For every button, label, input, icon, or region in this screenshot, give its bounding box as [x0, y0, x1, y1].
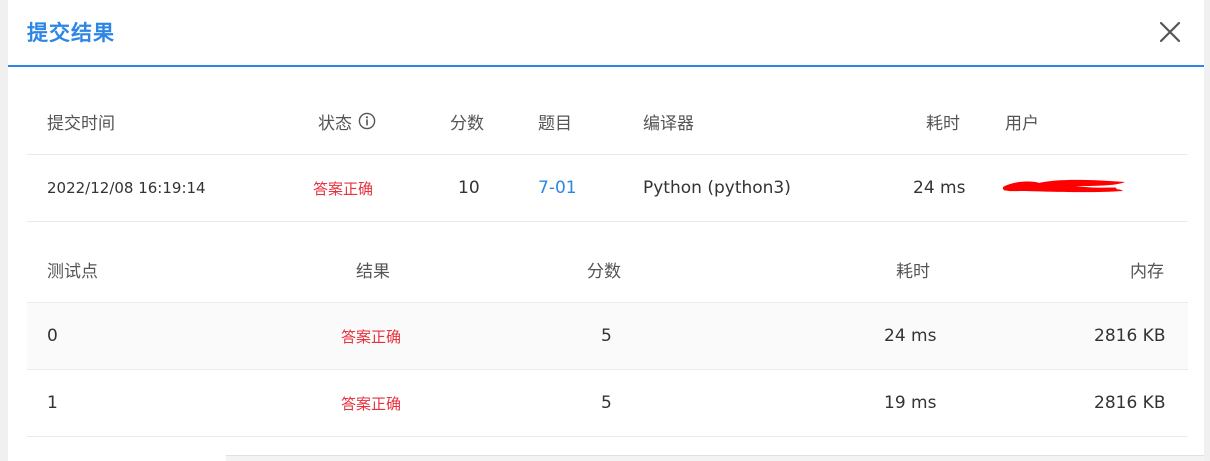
- testcase-score: 5: [601, 326, 612, 346]
- column-header-score: 分数: [587, 262, 621, 282]
- table-row: 1 答案正确 5 19 ms 2816 KB: [27, 370, 1188, 437]
- table-row: 0 答案正确 5 24 ms 2816 KB: [27, 303, 1188, 370]
- submission-score: 10: [458, 178, 480, 198]
- status-badge: 答案正确: [313, 179, 374, 198]
- testcase-result: 答案正确: [341, 327, 402, 346]
- testcase-elapsed: 24 ms: [884, 326, 937, 346]
- column-header-user: 用户: [1005, 113, 1039, 134]
- table-header: 提交时间 状态 分数 题目 编译器 耗时 用户: [27, 88, 1188, 155]
- column-header-score: 分数: [450, 113, 484, 134]
- redaction-scribble: [1003, 179, 1125, 193]
- table-header: 测试点 结果 分数 耗时 内存: [27, 237, 1188, 303]
- column-header-status-label: 状态: [318, 113, 352, 134]
- testcase-result: 答案正确: [341, 394, 402, 413]
- column-header-result: 结果: [356, 262, 390, 282]
- testcase-id: 0: [47, 326, 58, 346]
- column-header-case: 测试点: [47, 262, 98, 282]
- column-header-time: 提交时间: [47, 113, 115, 134]
- submission-elapsed: 24 ms: [913, 178, 966, 198]
- testcase-memory: 2816 KB: [1094, 393, 1166, 413]
- background-page-right: [1204, 0, 1210, 461]
- submission-result-dialog: 提交结果 提交时间 状态 分数 题目 编译器 耗时 用户 2022/12/08 …: [8, 0, 1204, 461]
- info-circle-icon[interactable]: [358, 112, 376, 130]
- dialog-header: 提交结果: [8, 0, 1204, 67]
- horizontal-scrollbar[interactable]: [226, 455, 1204, 461]
- testcase-elapsed: 19 ms: [884, 393, 937, 413]
- close-button[interactable]: [1157, 19, 1183, 45]
- problem-link[interactable]: 7-01: [538, 155, 577, 221]
- column-header-status: 状态: [318, 88, 376, 154]
- testcase-score: 5: [601, 393, 612, 413]
- submission-table: 提交时间 状态 分数 题目 编译器 耗时 用户 2022/12/08 16:19…: [27, 88, 1188, 222]
- column-header-elapsed: 耗时: [926, 113, 960, 134]
- submission-time: 2022/12/08 16:19:14: [47, 179, 206, 197]
- table-row: 2022/12/08 16:19:14 答案正确 10 7-01 Python …: [27, 155, 1188, 222]
- column-header-elapsed: 耗时: [896, 262, 930, 282]
- user-name-redacted: [995, 155, 1130, 221]
- testcase-table: 测试点 结果 分数 耗时 内存 0 答案正确 5 24 ms 2816 KB 1…: [27, 237, 1188, 437]
- background-page: [0, 0, 8, 461]
- column-header-memory: 内存: [1130, 262, 1164, 282]
- testcase-memory: 2816 KB: [1094, 326, 1166, 346]
- dialog-title: 提交结果: [27, 21, 115, 45]
- testcase-id: 1: [47, 393, 58, 413]
- column-header-compiler: 编译器: [643, 113, 694, 134]
- close-icon: [1159, 21, 1181, 43]
- compiler-name: Python (python3): [643, 178, 791, 198]
- column-header-problem: 题目: [538, 113, 572, 134]
